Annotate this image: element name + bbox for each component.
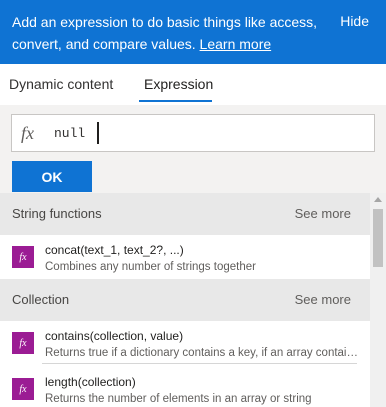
section-header-string-functions: String functions See more [0, 193, 370, 235]
scrollbar[interactable] [370, 193, 386, 407]
info-banner: Add an expression to do basic things lik… [0, 0, 386, 64]
function-name: length(collection) [45, 375, 136, 389]
function-name: contains(collection, value) [45, 329, 184, 343]
function-list: String functions See more fx concat(text… [0, 193, 370, 407]
section-header-collection: Collection See more [0, 279, 370, 321]
function-name: concat(text_1, text_2?, ...) [45, 243, 184, 257]
banner-message-block: Add an expression to do basic things lik… [12, 11, 322, 55]
see-more-link[interactable]: See more [295, 206, 351, 221]
function-description: Returns true if a dictionary contains a … [45, 347, 358, 359]
expression-input-value[interactable]: null [54, 126, 85, 141]
function-item-concat[interactable]: fx concat(text_1, text_2?, ...) Combines… [0, 235, 370, 279]
section-title: Collection [12, 292, 70, 307]
tab-expression[interactable]: Expression [144, 76, 213, 92]
section-title: String functions [12, 206, 102, 221]
function-icon: fx [12, 246, 34, 268]
scroll-up-arrow-icon[interactable] [374, 197, 382, 202]
expression-editor: fx null OK [0, 105, 386, 193]
tab-bar: Dynamic content Expression [0, 64, 386, 105]
function-item-length[interactable]: fx length(collection) Returns the number… [0, 367, 370, 407]
banner-message: Add an expression to do basic things lik… [12, 14, 318, 52]
function-description: Returns the number of elements in an arr… [45, 393, 312, 405]
text-caret [97, 122, 99, 144]
tab-dynamic-content[interactable]: Dynamic content [9, 76, 113, 92]
expression-input[interactable]: fx null [11, 114, 375, 152]
function-icon: fx [12, 332, 34, 354]
learn-more-link[interactable]: Learn more [200, 36, 272, 52]
function-icon: fx [12, 378, 34, 400]
hide-button[interactable]: Hide [340, 13, 369, 29]
item-divider [42, 363, 357, 364]
active-tab-indicator [139, 100, 212, 102]
scrollbar-thumb[interactable] [373, 209, 383, 267]
function-item-contains[interactable]: fx contains(collection, value) Returns t… [0, 321, 370, 365]
function-description: Combines any number of strings together [45, 261, 256, 273]
see-more-link[interactable]: See more [295, 292, 351, 307]
ok-button[interactable]: OK [12, 161, 92, 192]
fx-icon: fx [21, 123, 34, 143]
